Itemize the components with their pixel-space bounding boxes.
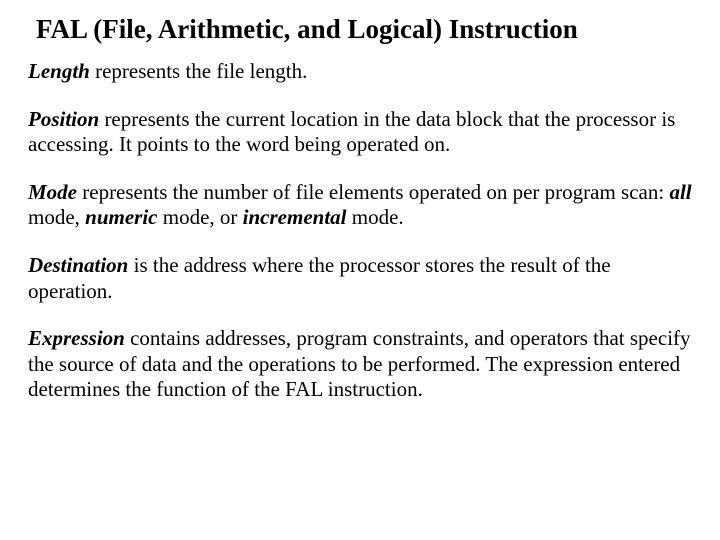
slide-title: FAL (File, Arithmetic, and Logical) Inst… [28, 14, 692, 45]
def-position: Position represents the current location… [28, 107, 692, 158]
kw-numeric: numeric [85, 205, 157, 229]
text-mode-3: mode, or [158, 205, 243, 229]
text-length: represents the file length. [90, 59, 308, 83]
def-expression: Expression contains addresses, program c… [28, 326, 692, 403]
def-mode: Mode represents the number of file eleme… [28, 180, 692, 231]
kw-incremental: incremental [243, 205, 347, 229]
kw-all: all [669, 180, 691, 204]
term-length: Length [28, 59, 90, 83]
text-position: represents the current location in the d… [28, 107, 675, 157]
text-expression: contains addresses, program constraints,… [28, 326, 691, 401]
def-destination: Destination is the address where the pro… [28, 253, 692, 304]
text-mode-1: represents the number of file elements o… [77, 180, 669, 204]
slide: FAL (File, Arithmetic, and Logical) Inst… [0, 0, 720, 445]
term-destination: Destination [28, 253, 128, 277]
term-expression: Expression [28, 326, 125, 350]
def-length: Length represents the file length. [28, 59, 692, 85]
text-mode-2: mode, [28, 205, 85, 229]
term-position: Position [28, 107, 99, 131]
text-mode-4: mode. [347, 205, 404, 229]
term-mode: Mode [28, 180, 77, 204]
